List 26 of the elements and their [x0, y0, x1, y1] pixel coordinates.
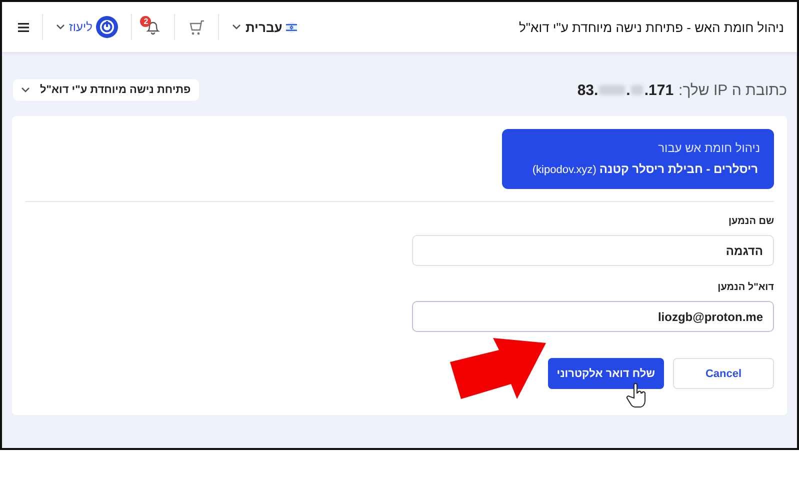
redaction-mark [631, 85, 644, 95]
ip-value: 83. [577, 82, 598, 98]
input-field[interactable]: הדגמה [412, 235, 774, 266]
bell-icon[interactable] [145, 19, 162, 35]
ip-value: .171 [644, 82, 674, 98]
ip-label: כתובת ה IP שלך: [678, 82, 787, 98]
caret-icon [56, 24, 65, 30]
caret-icon [21, 87, 30, 93]
field-label: שם הנמען [728, 216, 774, 227]
input-field[interactable]: liozgb@proton.me [412, 301, 774, 332]
user-menu[interactable]: ליעוז [56, 16, 118, 38]
page-title: ניהול חומת האש - פתיחת נישה מיוחדת ע"י דוא"ל [519, 20, 784, 34]
menu-icon[interactable] [18, 22, 29, 32]
power-icon [96, 16, 118, 38]
language-selector[interactable]: עברית [232, 20, 298, 34]
send-button[interactable]: שלח דואר אלקטרוני [548, 358, 664, 389]
cancel-button[interactable]: Cancel [673, 358, 774, 389]
notification-badge: 2 [140, 16, 152, 27]
cart-icon[interactable] [188, 18, 206, 36]
redaction-mark [599, 85, 626, 95]
ip-value: . [626, 82, 630, 98]
caret-icon [232, 24, 242, 30]
product-caption: ניהול חומת אש עבור [657, 141, 760, 155]
flag-icon [286, 22, 298, 32]
field-label: דוא"ל הנמען [716, 282, 774, 293]
access-dropdown[interactable]: פתיחת נישה מיוחדת ע"י דוא"ל [13, 79, 199, 101]
